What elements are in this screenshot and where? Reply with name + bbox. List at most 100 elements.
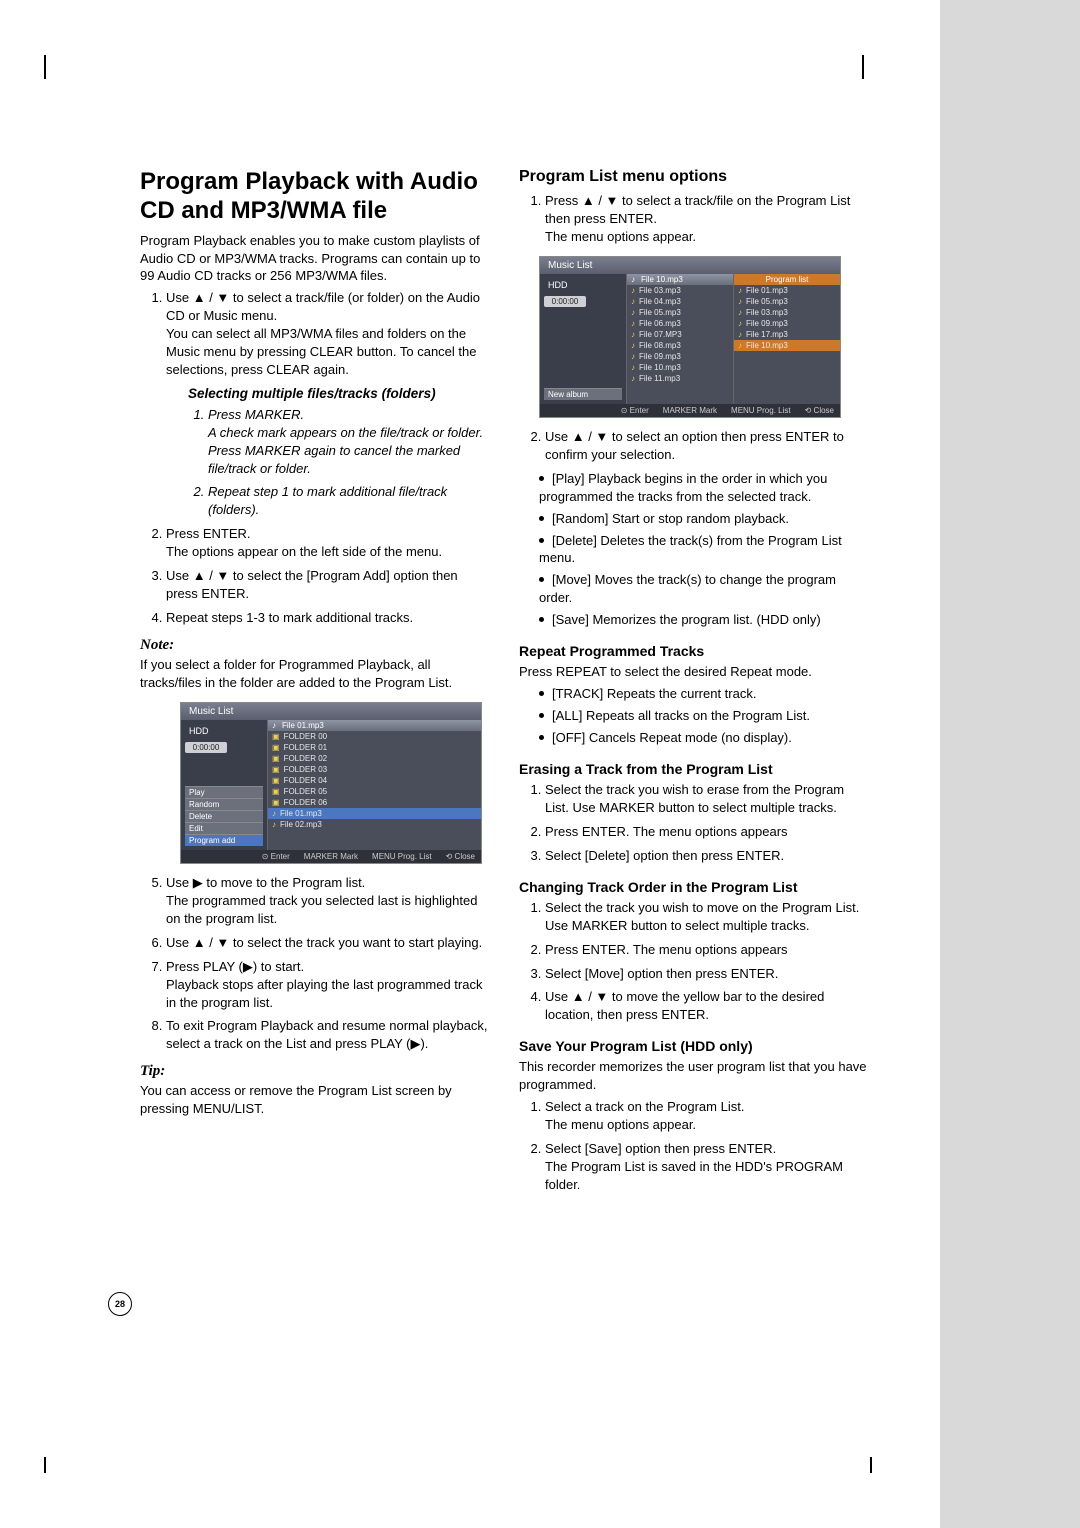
panel1-time: 0:00:00 [185, 742, 227, 753]
step-5-text: Use ▶ to move to the Program list. [166, 875, 365, 890]
panel1-row-1: ▣FOLDER 01 [268, 742, 481, 753]
step-3: Use ▲ / ▼ to select the [Program Add] op… [166, 567, 491, 603]
proglist-step-2: Use ▲ / ▼ to select an option then press… [545, 428, 870, 464]
step-1-sub: You can select all MP3/WMA files and fol… [166, 325, 491, 379]
panel1-title: Music List [181, 703, 481, 720]
panel2-sidebar: HDD 0:00:00 New album [540, 274, 626, 404]
note-heading: Note: [140, 637, 491, 654]
panel2-newalbum: New album [544, 388, 622, 400]
panel1-opt-delete: Delete [185, 810, 263, 822]
left-column: Program Playback with Audio CD and MP3/W… [140, 168, 491, 1200]
panel2-program-list: Program list ♪File 01.mp3 ♪File 05.mp3 ♪… [733, 274, 840, 404]
panel2-time: 0:00:00 [544, 296, 586, 307]
panel2-title: Music List [540, 257, 840, 274]
repeat-text: Press REPEAT to select the desired Repea… [519, 663, 870, 681]
panel2-footer: ⊙ Enter MARKER Mark MENU Prog. List ⟲ Cl… [540, 404, 840, 417]
panel2-lrow-6: ♪File 09.mp3 [627, 351, 733, 362]
save-text: This recorder memorizes the user program… [519, 1058, 870, 1094]
panel2-lrow-2: ♪File 05.mp3 [627, 307, 733, 318]
panel2-foot-enter: ⊙ Enter [621, 406, 649, 415]
save-step-1-text: Select a track on the Program List. [545, 1099, 744, 1114]
panel1-row-7: ♪File 01.mp3 [268, 808, 481, 819]
content: Program Playback with Audio CD and MP3/W… [140, 168, 870, 1200]
step-7-sub: Playback stops after playing the last pr… [166, 976, 491, 1012]
panel2-lrow-1: ♪File 04.mp3 [627, 296, 733, 307]
erase-step-1: Select the track you wish to erase from … [545, 781, 870, 817]
proglist-heading: Program List menu options [519, 168, 870, 186]
panel1-foot-enter: ⊙ Enter [262, 852, 290, 861]
step-6: Use ▲ / ▼ to select the track you want t… [166, 934, 491, 952]
right-column: Program List menu options Press ▲ / ▼ to… [519, 168, 870, 1200]
save-step-1-sub: The menu options appear. [545, 1116, 870, 1134]
panel2-rrow-3: ♪File 09.mp3 [734, 318, 840, 329]
save-step-2-sub: The Program List is saved in the HDD's P… [545, 1158, 870, 1194]
panel1-foot-prog: MENU Prog. List [372, 852, 432, 861]
order-heading: Changing Track Order in the Program List [519, 879, 870, 895]
order-step-4: Use ▲ / ▼ to move the yellow bar to the … [545, 988, 870, 1024]
order-step-3: Select [Move] option then press ENTER. [545, 965, 870, 983]
step-4: Repeat steps 1-3 to mark additional trac… [166, 609, 491, 627]
erase-step-3: Select [Delete] option then press ENTER. [545, 847, 870, 865]
panel2-rrow-2: ♪File 03.mp3 [734, 307, 840, 318]
crop-marks-top [0, 55, 1080, 85]
step-5: Use ▶ to move to the Program list. The p… [166, 874, 491, 928]
panel1-body: HDD 0:00:00 Play Random Delete Edit Prog… [181, 720, 481, 850]
panel2-foot-close: ⟲ Close [805, 406, 834, 415]
order-steps: Select the track you wish to move on the… [519, 899, 870, 1025]
crop-mark-bottom-right [870, 1457, 888, 1473]
step-2-text: Press ENTER. [166, 526, 251, 541]
screenshot-music-list-2: Music List HDD 0:00:00 New album ♪File 1… [539, 256, 841, 418]
step-2: Press ENTER. The options appear on the l… [166, 525, 491, 561]
order-step-2: Press ENTER. The menu options appears [545, 941, 870, 959]
multi-step-1-sub: A check mark appears on the file/track o… [208, 424, 491, 478]
panel1-opt-edit: Edit [185, 822, 263, 834]
panel1-row-8: ♪File 02.mp3 [268, 819, 481, 830]
multi-step-1: Press MARKER. A check mark appears on th… [208, 406, 491, 478]
panel2-header: ♪File 10.mp3 [627, 274, 733, 285]
panel2-rrow-4: ♪File 17.mp3 [734, 329, 840, 340]
main-steps-cont: Use ▶ to move to the Program list. The p… [140, 874, 491, 1053]
main-heading: Program Playback with Audio CD and MP3/W… [140, 168, 491, 226]
panel2-lrow-7: ♪File 10.mp3 [627, 362, 733, 373]
multi-step-1-text: Press MARKER. [208, 407, 304, 422]
step-5-sub: The programmed track you selected last i… [166, 892, 491, 928]
opt-save: [Save] Memorizes the program list. (HDD … [539, 611, 870, 629]
screenshot-music-list-1: Music List HDD 0:00:00 Play Random Delet… [180, 702, 482, 864]
proglist-step-1: Press ▲ / ▼ to select a track/file on th… [545, 192, 870, 246]
proglist-step-1-text: Press ▲ / ▼ to select a track/file on th… [545, 193, 850, 226]
panel2-rrow-1: ♪File 05.mp3 [734, 296, 840, 307]
panel2-lrow-8: ♪File 11.mp3 [627, 373, 733, 384]
save-step-2: Select [Save] option then press ENTER. T… [545, 1140, 870, 1194]
panel1-row-6: ▣FOLDER 06 [268, 797, 481, 808]
multi-select-heading: Selecting multiple files/tracks (folders… [188, 385, 491, 404]
multi-select-steps: Press MARKER. A check mark appears on th… [188, 406, 491, 520]
panel1-footer: ⊙ Enter MARKER Mark MENU Prog. List ⟲ Cl… [181, 850, 481, 863]
proglist-steps-2: Use ▲ / ▼ to select an option then press… [519, 428, 870, 464]
repeat-heading: Repeat Programmed Tracks [519, 643, 870, 659]
opt-delete: [Delete] Deletes the track(s) from the P… [539, 532, 870, 568]
panel2-foot-mark: MARKER Mark [663, 406, 717, 415]
step-1: Use ▲ / ▼ to select a track/file (or fol… [166, 289, 491, 519]
erase-steps: Select the track you wish to erase from … [519, 781, 870, 865]
opt-random: [Random] Start or stop random playback. [539, 510, 870, 528]
panel1-sidebar: HDD 0:00:00 Play Random Delete Edit Prog… [181, 720, 267, 850]
proglist-step-1-sub: The menu options appear. [545, 228, 870, 246]
panel1-foot-mark: MARKER Mark [304, 852, 358, 861]
panel1-now: File 01.mp3 [282, 721, 324, 730]
order-step-1: Select the track you wish to move on the… [545, 899, 870, 935]
panel1-foot-close: ⟲ Close [446, 852, 475, 861]
panel1-row-2: ▣FOLDER 02 [268, 753, 481, 764]
panel2-bottom: New album [544, 388, 622, 400]
panel1-row-0: ▣FOLDER 00 [268, 731, 481, 742]
panel2-progtitle: Program list [734, 274, 840, 285]
step-2-sub: The options appear on the left side of t… [166, 543, 491, 561]
panel2-rrow-5: ♪File 10.mp3 [734, 340, 840, 351]
crop-mark-bottom-left [44, 1457, 62, 1473]
save-steps: Select a track on the Program List. The … [519, 1098, 870, 1194]
panel1-opt-programadd: Program add [185, 834, 263, 846]
note-body: If you select a folder for Programmed Pl… [140, 656, 491, 692]
erase-heading: Erasing a Track from the Program List [519, 761, 870, 777]
opt-move: [Move] Moves the track(s) to change the … [539, 571, 870, 607]
tip-body: You can access or remove the Program Lis… [140, 1082, 491, 1118]
panel2-rrow-0: ♪File 01.mp3 [734, 285, 840, 296]
